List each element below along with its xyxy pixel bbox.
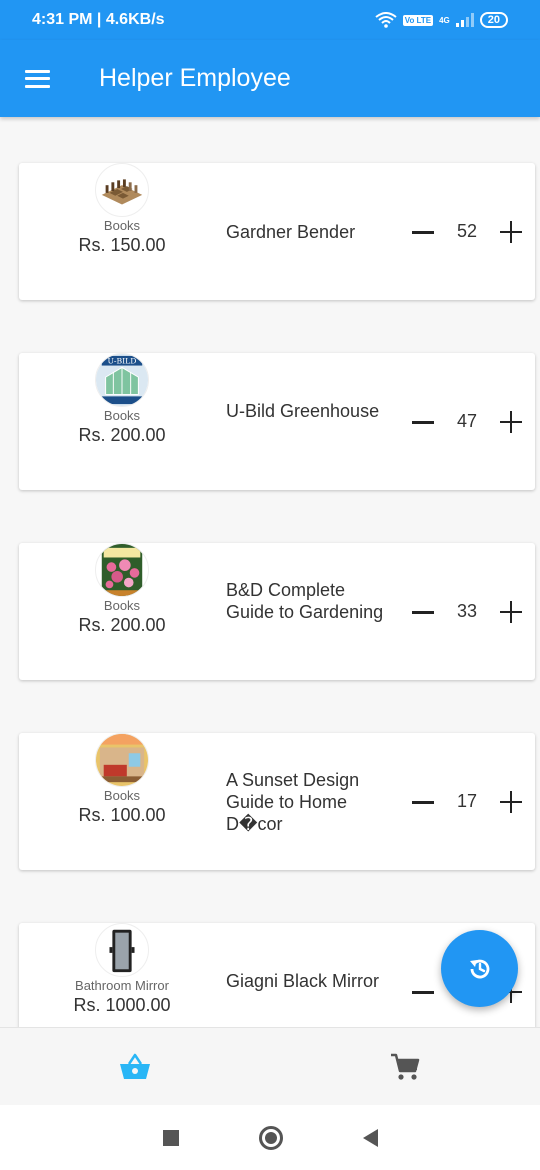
quantity-value: 47 <box>456 411 478 431</box>
product-category: Books <box>103 788 141 803</box>
product-thumbnail-home-decor-book <box>95 733 149 787</box>
product-info: Books Rs. 150.00 <box>19 163 225 300</box>
product-name: U-Bild Greenhouse <box>226 401 380 421</box>
recent-apps-icon[interactable] <box>162 1129 179 1146</box>
decrease-quantity-button[interactable] <box>412 231 434 234</box>
chess-set-image <box>101 179 143 205</box>
screen: 4:31 PM | 4.6KB/s Vo LTE 4G 20 Helper Em… <box>0 0 540 1170</box>
product-info: Books Rs. 100.00 <box>19 733 225 870</box>
product-name: Giagni Black Mirror <box>226 971 380 991</box>
product-price: Rs. 100.00 <box>78 805 166 825</box>
product-price: Rs. 200.00 <box>78 425 166 445</box>
menu-button[interactable] <box>0 40 74 117</box>
product-thumbnail-gardening-book <box>95 543 149 597</box>
increase-quantity-button[interactable] <box>500 221 522 243</box>
product-thumbnail-mirror <box>95 923 149 977</box>
increase-quantity-button[interactable] <box>500 411 522 433</box>
product-name: A Sunset Design Guide to Home D�cor <box>226 770 360 834</box>
basket-icon <box>120 1053 150 1079</box>
volte-badge: Vo LTE <box>402 14 434 26</box>
cart-icon <box>391 1053 420 1080</box>
home-decor-book-image <box>96 734 148 786</box>
wifi-icon <box>375 12 397 28</box>
product-card[interactable]: Books Rs. 100.00 A Sunset Design Guide t… <box>19 733 535 870</box>
decrease-quantity-button[interactable] <box>412 421 434 424</box>
system-navigation-bar <box>0 1105 540 1170</box>
product-price: Rs. 1000.00 <box>73 995 171 1015</box>
status-time: 4:31 PM | 4.6KB/s <box>32 11 165 28</box>
refresh-history-icon <box>469 959 489 978</box>
product-price: Rs. 200.00 <box>78 615 166 635</box>
product-category: Books <box>103 598 141 613</box>
quantity-value: 52 <box>456 221 478 241</box>
product-info: U-BILD Books Rs. 200.00 <box>19 353 225 490</box>
nav-item-basket[interactable] <box>0 1028 270 1106</box>
product-category: Bathroom Mirror <box>75 978 169 993</box>
hamburger-menu-icon <box>24 69 50 88</box>
network-type: 4G <box>439 15 450 25</box>
page-title: Helper Employee <box>99 64 291 92</box>
gardening-book-image <box>101 544 143 596</box>
decrease-quantity-button[interactable] <box>412 611 434 614</box>
nav-item-cart[interactable] <box>270 1028 540 1106</box>
product-name: Gardner Bender <box>226 222 356 242</box>
product-info: Bathroom Mirror Rs. 1000.00 <box>19 923 225 1027</box>
status-icons: Vo LTE 4G 20 <box>375 12 508 28</box>
quantity-value: 33 <box>456 601 478 621</box>
decrease-quantity-button[interactable] <box>412 991 434 994</box>
back-icon[interactable] <box>362 1128 378 1147</box>
app-bar: Helper Employee <box>0 40 540 117</box>
product-info: Books Rs. 200.00 <box>19 543 225 680</box>
status-bar: 4:31 PM | 4.6KB/s Vo LTE 4G 20 <box>0 0 540 40</box>
product-thumbnail-greenhouse-book: U-BILD <box>95 353 149 407</box>
product-list[interactable]: Books Rs. 150.00 Gardner Bender 52 U-BIL… <box>0 117 540 1027</box>
product-card[interactable]: U-BILD Books Rs. 200.00 U-Bild Greenhous… <box>19 353 535 490</box>
bottom-navigation <box>0 1027 540 1105</box>
refresh-fab[interactable] <box>441 930 518 1007</box>
increase-quantity-button[interactable] <box>500 601 522 623</box>
product-price: Rs. 150.00 <box>78 235 166 255</box>
home-icon[interactable] <box>258 1125 283 1150</box>
svg-text:U-BILD: U-BILD <box>108 357 137 366</box>
signal-icon <box>455 13 474 27</box>
quantity-value: 17 <box>456 791 478 811</box>
decrease-quantity-button[interactable] <box>412 801 434 804</box>
product-card[interactable]: Books Rs. 150.00 Gardner Bender 52 <box>19 163 535 300</box>
product-name: B&D Complete Guide to Gardening <box>226 580 384 622</box>
product-card[interactable]: Books Rs. 200.00 B&D Complete Guide to G… <box>19 543 535 680</box>
product-category: Books <box>103 218 141 233</box>
battery-icon: 20 <box>479 12 508 28</box>
mirror-image <box>109 929 135 973</box>
product-category: Books <box>103 408 141 423</box>
product-thumbnail-chess-set <box>95 163 149 217</box>
greenhouse-book-image: U-BILD <box>96 354 148 406</box>
increase-quantity-button[interactable] <box>500 791 522 813</box>
